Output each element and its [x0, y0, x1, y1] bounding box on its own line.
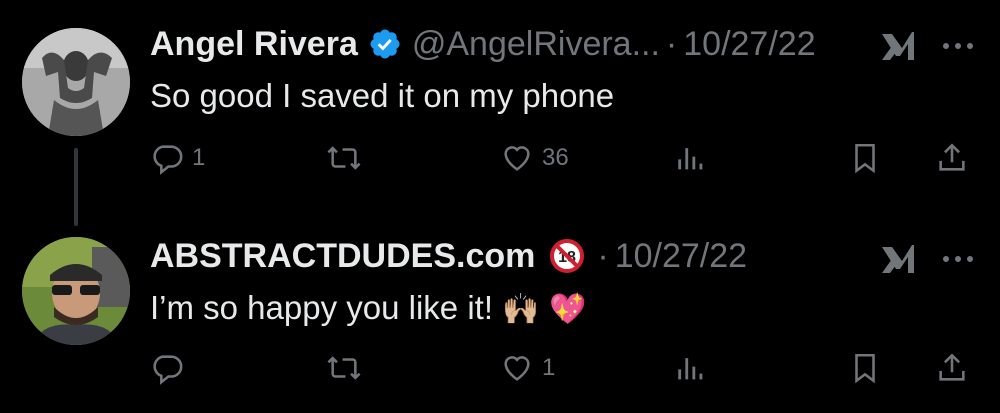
tweet-emoji: 🙌🏼 💖	[502, 292, 587, 327]
display-name[interactable]: Angel Rivera	[150, 25, 358, 64]
tweet-actions: 1	[0, 348, 1000, 388]
retweet-button[interactable]	[325, 138, 371, 178]
like-icon	[504, 146, 530, 171]
reply-icon	[153, 355, 183, 385]
views-icon	[678, 148, 703, 170]
retweet-icon	[327, 146, 361, 170]
retweet-button[interactable]	[325, 348, 371, 388]
share-icon	[939, 353, 965, 381]
bookmark-button[interactable]	[848, 138, 882, 178]
views-button[interactable]	[674, 138, 708, 178]
tweet-text: So good I saved it on my phone	[150, 77, 615, 114]
like-count: 36	[542, 144, 569, 171]
avatar-photo	[22, 237, 130, 345]
avatar[interactable]	[22, 28, 130, 136]
bookmark-icon	[855, 353, 875, 384]
separator-dot: ·	[597, 236, 609, 275]
tweet-date[interactable]: 10/27/22	[683, 25, 815, 64]
no-under-18-icon: 18	[550, 239, 585, 273]
reply-button[interactable]	[150, 348, 192, 388]
display-name[interactable]: ABSTRACTDUDES.com	[150, 237, 535, 276]
avatar[interactable]	[22, 237, 130, 345]
tweet-date[interactable]: 10/27/22	[615, 237, 747, 276]
bookmark-button[interactable]	[848, 348, 882, 388]
more-icon[interactable]	[940, 249, 976, 269]
separator-dot: ·	[665, 24, 678, 63]
views-icon	[678, 358, 703, 380]
like-count: 1	[542, 354, 556, 381]
retweet-icon	[327, 356, 361, 380]
reply-button[interactable]: 1	[150, 138, 205, 178]
more-icon[interactable]	[940, 36, 976, 56]
grok-icon[interactable]	[878, 239, 918, 279]
avatar-photo	[22, 28, 130, 136]
reply-count: 1	[192, 144, 206, 171]
share-button[interactable]	[935, 138, 969, 178]
tweet-header: Angel Rivera @AngelRivera... · 10/27/22	[150, 22, 816, 66]
user-handle[interactable]: @AngelRivera...	[412, 25, 660, 64]
like-button[interactable]: 1	[500, 348, 555, 388]
like-button[interactable]: 36	[500, 138, 569, 178]
like-icon	[504, 356, 530, 381]
tweet-body: I’m so happy you like it! 🙌🏼 💖	[150, 289, 586, 327]
tweet-actions: 1 36	[0, 138, 1000, 178]
bookmark-icon	[855, 143, 875, 174]
verified-badge-icon[interactable]	[368, 27, 402, 61]
tweet-text: I’m so happy you like it!	[150, 289, 493, 326]
share-icon	[939, 143, 965, 171]
share-button[interactable]	[935, 348, 969, 388]
views-button[interactable]	[674, 348, 708, 388]
tweet-header: ABSTRACTDUDES.com 18 · 10/27/22	[150, 234, 747, 278]
grok-icon[interactable]	[878, 26, 918, 66]
tweet[interactable]: Angel Rivera @AngelRivera... · 10/27/22 …	[0, 0, 1000, 226]
reply-icon	[153, 145, 183, 175]
tweet[interactable]: ABSTRACTDUDES.com 18 · 10/27/22 I’m so h…	[0, 205, 1000, 413]
